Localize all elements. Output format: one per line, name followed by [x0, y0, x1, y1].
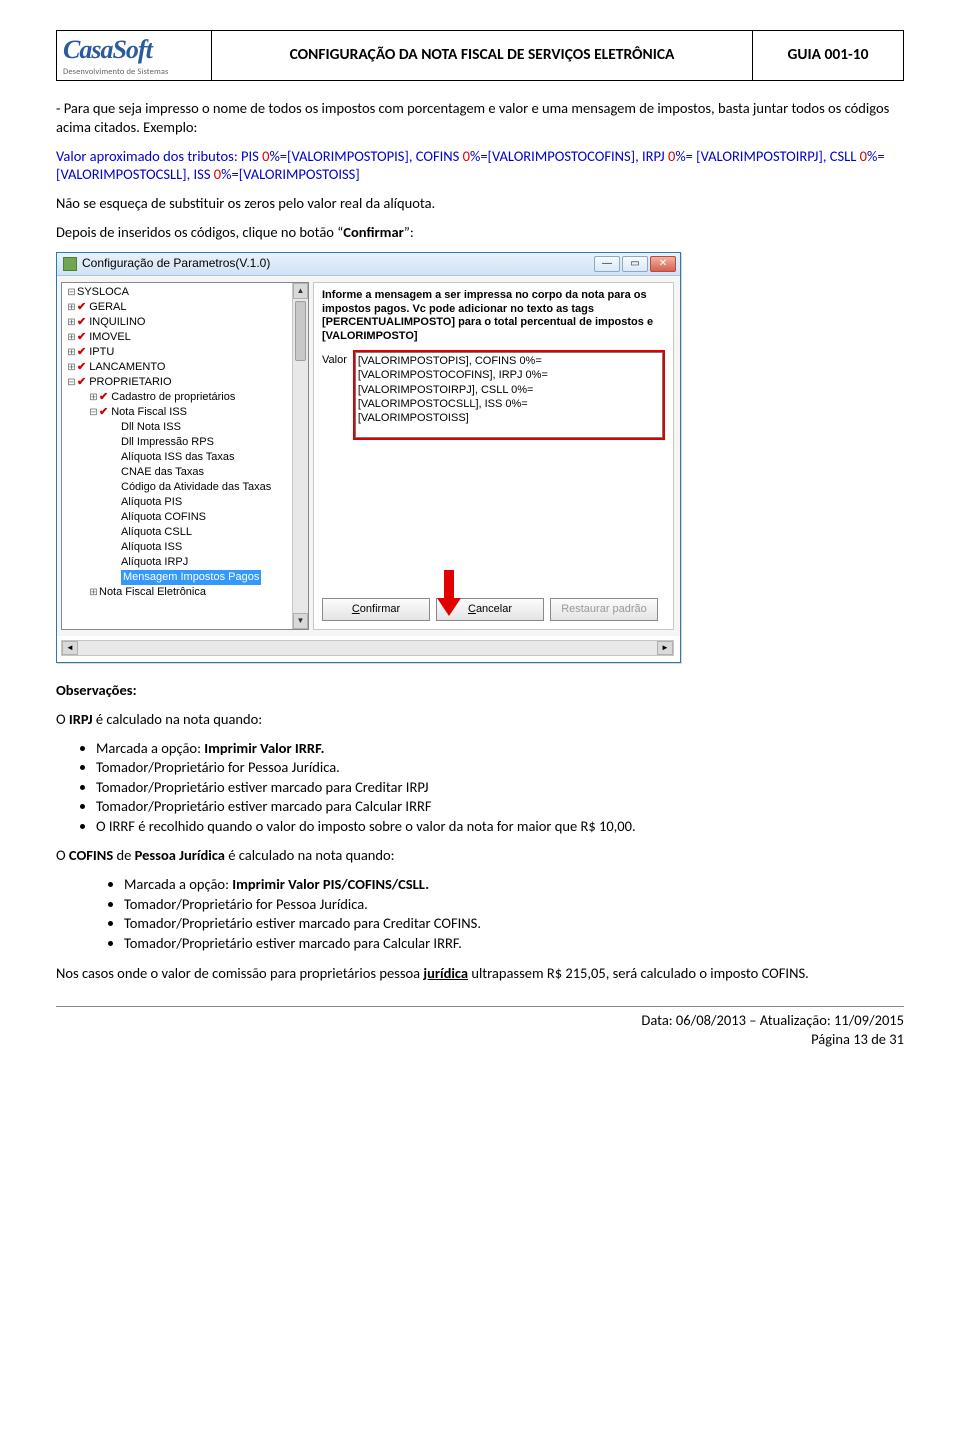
tree-node[interactable]: Nota Fiscal Eletrônica [99, 585, 206, 600]
logo-subtitle: Desenvolvimento de Sistemas [63, 67, 205, 78]
observations-heading: Observações: [56, 681, 904, 700]
tree-node[interactable]: SYSLOCA [77, 285, 129, 300]
tree-pane[interactable]: ⊟SYSLOCA ⊞✔GERAL ⊞✔INQUILINO ⊞✔IMOVEL ⊞✔… [61, 282, 309, 630]
tree-leaf[interactable]: Código da Atividade das Taxas [121, 480, 271, 495]
tree-leaf[interactable]: Alíquota IRPJ [121, 555, 188, 570]
irpj-list: Marcada a opção: Imprimir Valor IRRF. To… [56, 739, 904, 837]
cofins-intro: O COFINS de Pessoa Jurídica é calculado … [56, 846, 904, 865]
tree-leaf[interactable]: Alíquota ISS das Taxas [121, 450, 235, 465]
list-item: O IRRF é recolhido quando o valor do imp… [96, 817, 904, 837]
list-item: Tomador/Proprietário estiver marcado par… [96, 797, 904, 817]
tree-node[interactable]: GERAL [89, 300, 126, 315]
final-paragraph: Nos casos onde o valor de comissão para … [56, 964, 904, 983]
doc-code: GUIA 001-10 [753, 31, 903, 80]
window-title: Configuração de Parametros(V.1.0) [82, 256, 270, 272]
window-titlebar: Configuração de Parametros(V.1.0) — ▭ ✕ [57, 253, 680, 276]
header-table: CasaSoft Desenvolvimento de Sistemas CON… [56, 30, 904, 81]
list-item: Tomador/Proprietário estiver marcado par… [96, 778, 904, 798]
tree-node[interactable]: IMOVEL [89, 330, 131, 345]
screenshot-embed: Configuração de Parametros(V.1.0) — ▭ ✕ … [56, 252, 681, 663]
restore-default-button: Restaurar padrão [550, 598, 658, 621]
list-item: Tomador/Proprietário for Pessoa Jurídica… [124, 895, 904, 915]
logo-text: CasaSoft [63, 33, 205, 67]
footer-page: Página 13 de 31 [56, 1030, 904, 1049]
arrow-down-icon [444, 570, 454, 600]
window-maximize-button[interactable]: ▭ [622, 256, 648, 272]
logo-cell: CasaSoft Desenvolvimento de Sistemas [57, 31, 212, 80]
list-item: Tomador/Proprietário estiver marcado par… [124, 934, 904, 954]
details-help-text: Informe a mensagem a ser impressa no cor… [322, 289, 665, 344]
list-item: Tomador/Proprietário estiver marcado par… [124, 914, 904, 934]
window-close-button[interactable]: ✕ [650, 256, 676, 272]
paragraph-note: Não se esqueça de substituir os zeros pe… [56, 194, 904, 213]
tree-node[interactable]: Cadastro de proprietários [111, 390, 235, 405]
doc-title: CONFIGURAÇÃO DA NOTA FISCAL DE SERVIÇOS … [212, 31, 753, 80]
tree-leaf[interactable]: Alíquota PIS [121, 495, 182, 510]
tree-node[interactable]: PROPRIETARIO [89, 375, 171, 390]
window-frame: Configuração de Parametros(V.1.0) — ▭ ✕ … [56, 252, 681, 663]
confirm-button[interactable]: Confirmar [322, 598, 430, 621]
horizontal-scrollbar[interactable]: ◄ ► [61, 640, 674, 656]
example-line: Valor aproximado dos tributos: PIS 0%=[V… [56, 147, 904, 185]
tree-leaf[interactable]: Dll Nota ISS [121, 420, 181, 435]
tree-node[interactable]: INQUILINO [89, 315, 145, 330]
tree-node[interactable]: Nota Fiscal ISS [111, 405, 187, 420]
valor-label: Valor [322, 350, 347, 367]
tree-scrollbar[interactable]: ▲ ▼ [292, 283, 308, 629]
scroll-up-icon[interactable]: ▲ [293, 283, 308, 299]
tree-node[interactable]: LANCAMENTO [89, 360, 165, 375]
valor-textarea[interactable]: [VALORIMPOSTOPIS], COFINS 0%= [VALORIMPO… [353, 350, 665, 440]
tree-leaf[interactable]: CNAE das Taxas [121, 465, 204, 480]
scroll-thumb[interactable] [295, 301, 306, 361]
window-minimize-button[interactable]: — [594, 256, 620, 272]
window-app-icon [63, 257, 77, 271]
paragraph-intro: - Para que seja impresso o nome de todos… [56, 99, 904, 137]
footer: Data: 06/08/2013 – Atualização: 11/09/20… [56, 1006, 904, 1049]
cofins-list: Marcada a opção: Imprimir Valor PIS/COFI… [56, 875, 904, 953]
tree-leaf[interactable]: Alíquota CSLL [121, 525, 192, 540]
list-item: Tomador/Proprietário for Pessoa Jurídica… [96, 758, 904, 778]
tree-leaf[interactable]: Dll Impressão RPS [121, 435, 214, 450]
scroll-down-icon[interactable]: ▼ [293, 613, 308, 629]
tree-leaf[interactable]: Alíquota COFINS [121, 510, 206, 525]
tree-leaf-selected[interactable]: Mensagem Impostos Pagos [121, 570, 261, 585]
list-item: Marcada a opção: Imprimir Valor PIS/COFI… [124, 875, 904, 895]
footer-date: Data: 06/08/2013 – Atualização: 11/09/20… [56, 1011, 904, 1030]
scroll-left-icon[interactable]: ◄ [62, 641, 78, 655]
details-pane: Informe a mensagem a ser impressa no cor… [313, 282, 674, 630]
tree-leaf[interactable]: Alíquota ISS [121, 540, 182, 555]
tree-node[interactable]: IPTU [89, 345, 114, 360]
irpj-intro: O IRPJ é calculado na nota quando: [56, 710, 904, 729]
scroll-right-icon[interactable]: ► [657, 641, 673, 655]
paragraph-action: Depois de inseridos os códigos, clique n… [56, 223, 904, 242]
list-item: Marcada a opção: Imprimir Valor IRRF. [96, 739, 904, 759]
arrow-down-icon [437, 598, 461, 616]
